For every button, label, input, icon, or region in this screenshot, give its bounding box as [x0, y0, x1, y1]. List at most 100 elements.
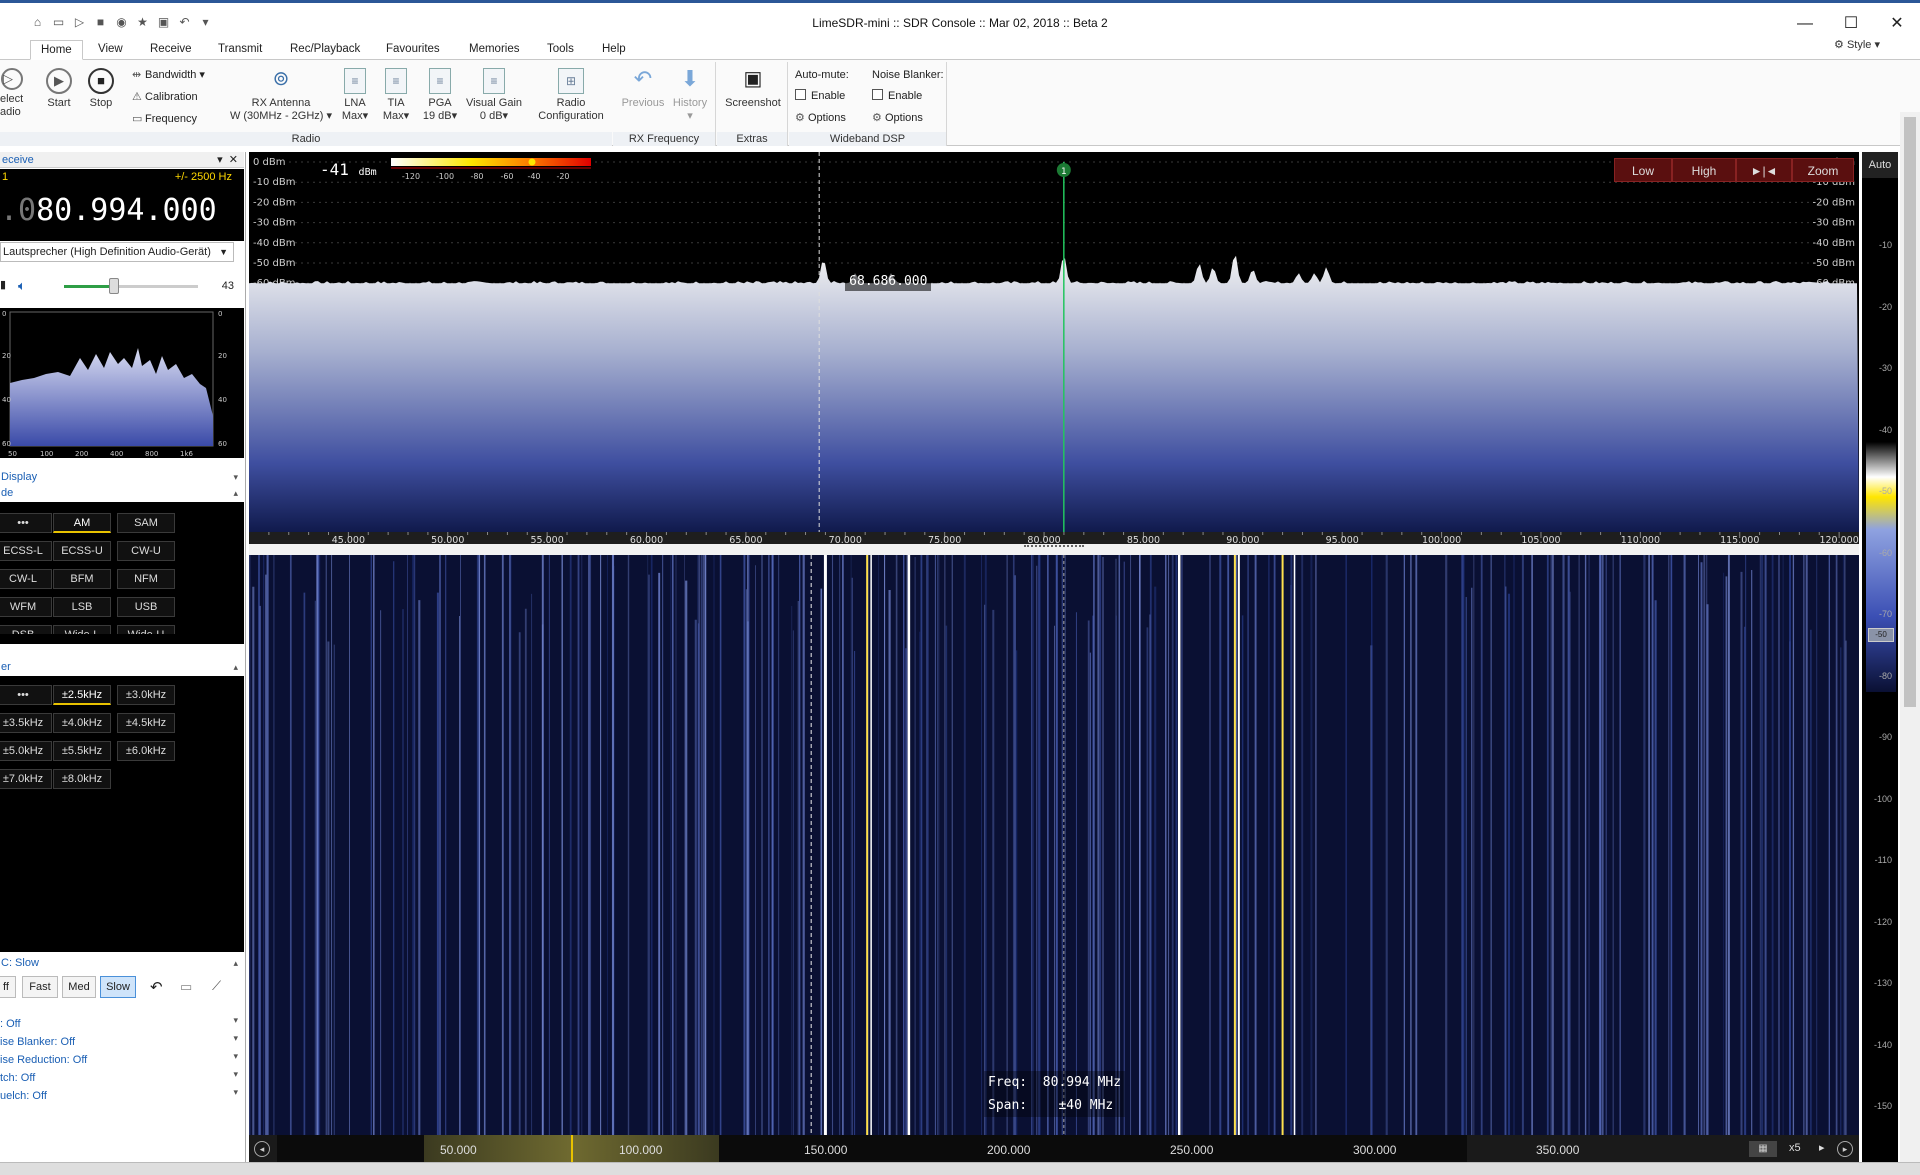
pga-button[interactable]: ≡ PGA 19 dB▾ [418, 68, 462, 123]
spectrum-display[interactable]: 0 dBm0 dBm-10 dBm-10 dBm-20 dBm-20 dBm-3… [249, 152, 1859, 544]
mode-ecss-l-button[interactable]: ECSS-L [0, 541, 52, 561]
mode-section-header[interactable]: de ▴ [0, 486, 244, 500]
tab-memories[interactable]: Memories [459, 40, 529, 60]
waterfall-level-scale[interactable]: -50 -10 -20 -30 -40 -50 -60 -70 -80 -90 -100 -110 -… [1862, 152, 1898, 1162]
expander-notch[interactable]: tch: Off ▾ [0, 1069, 244, 1086]
mode-cw-l-button[interactable]: CW-L [0, 569, 52, 589]
overview-left-button[interactable]: ◂ [254, 1141, 270, 1157]
minimize-button[interactable]: — [1782, 7, 1828, 41]
filter-8-0khz-button[interactable]: ±8.0kHz [53, 769, 111, 789]
tab-rec-playback[interactable]: Rec/Playback [280, 40, 370, 60]
maximize-button[interactable]: ☐ [1828, 7, 1874, 41]
agc-off-button[interactable]: ff [0, 976, 16, 998]
tab-help[interactable]: Help [592, 40, 636, 60]
tab-favourites[interactable]: Favourites [376, 40, 450, 60]
filter-5-5khz-button[interactable]: ±5.5kHz [53, 741, 111, 761]
visual-gain-button[interactable]: ≡ Visual Gain 0 dB▾ [462, 68, 526, 123]
mode-more-button[interactable]: ••• [0, 513, 52, 533]
noise-blanker-enable-checkbox[interactable]: Enable [872, 89, 922, 103]
mode-ecss-u-button[interactable]: ECSS-U [53, 541, 111, 561]
waterfall-display[interactable] [249, 555, 1859, 1135]
expander-noise-blanker[interactable]: ise Blanker: Off ▾ [0, 1033, 244, 1050]
mode-wfm-button[interactable]: WFM [0, 597, 52, 617]
panel-controls[interactable]: ▾ ✕ [217, 152, 238, 168]
expander-noise-reduction[interactable]: ise Reduction: Off ▾ [0, 1051, 244, 1068]
tab-view[interactable]: View [88, 40, 133, 60]
low-button[interactable]: Low [1614, 158, 1672, 182]
vertical-scrollbar[interactable] [1900, 112, 1920, 1162]
tia-button[interactable]: ≡ TIA Max▾ [381, 68, 411, 123]
scrollbar-thumb[interactable] [1904, 117, 1916, 707]
settings-icon[interactable]: ▭ [180, 979, 192, 995]
style-menu[interactable]: ⚙ Style ▾ [1834, 38, 1880, 51]
radio-configuration-button[interactable]: ⊞ Radio Configuration [533, 68, 609, 123]
history-button[interactable]: ⬇ History ▾ [669, 68, 711, 123]
auto-level-button[interactable]: Auto [1862, 152, 1898, 178]
band-overview-bar[interactable]: ◂ 50.000 100.000 150.000 200.000 250.000… [249, 1135, 1859, 1163]
lna-button[interactable]: ≡ LNA Max▾ [340, 68, 370, 123]
auto-mute-checkbox-box[interactable] [795, 89, 806, 100]
filter-3-5khz-button[interactable]: ±3.5kHz [0, 713, 52, 733]
agc-section-header[interactable]: C: Slow ▴ [0, 956, 244, 970]
filter-more-button[interactable]: ••• [0, 685, 52, 705]
tab-tools[interactable]: Tools [537, 40, 584, 60]
overview-zoom-level[interactable]: x5 [1789, 1142, 1801, 1154]
filter-6-0khz-button[interactable]: ±6.0kHz [117, 741, 175, 761]
close-button[interactable]: ✕ [1874, 7, 1920, 41]
mode-cw-u-button[interactable]: CW-U [117, 541, 175, 561]
mode-nfm-button[interactable]: NFM [117, 569, 175, 589]
agc-fast-button[interactable]: Fast [22, 976, 58, 998]
select-radio-button[interactable]: ▷ elect adio [0, 68, 24, 119]
spectrum-waterfall-splitter[interactable] [249, 544, 1859, 555]
undo-icon[interactable]: ↶ [150, 978, 163, 996]
volume-slider-handle[interactable] [108, 278, 119, 294]
tab-receive[interactable]: Receive [140, 40, 202, 60]
tab-home[interactable]: Home [30, 40, 83, 60]
level-slider-handle[interactable]: -50 [1868, 628, 1894, 642]
screenshot-button[interactable]: ▣ Screenshot [719, 68, 787, 110]
frequency-display[interactable]: 1 +/- 2500 Hz .080.994.000 [0, 169, 244, 241]
zoom-button[interactable]: Zoom [1792, 158, 1854, 182]
noise-blanker-checkbox-box[interactable] [872, 89, 883, 100]
spectrum-svg[interactable]: 0 dBm0 dBm-10 dBm-10 dBm-20 dBm-20 dBm-3… [249, 152, 1859, 544]
overview-right-button[interactable]: ▸ [1837, 1141, 1853, 1157]
expander-1-label: : Off [0, 1018, 21, 1030]
filter-2-5khz-button[interactable]: ±2.5kHz [53, 685, 111, 705]
filter-3-0khz-button[interactable]: ±3.0kHz [117, 685, 175, 705]
auto-mute-options-button[interactable]: ⚙ Options [795, 111, 846, 125]
expander-1[interactable]: : Off ▾ [0, 1015, 244, 1032]
previous-button[interactable]: ↶ Previous [621, 68, 665, 110]
frequency-button[interactable]: ▭ Frequency [132, 112, 197, 126]
frequency-readout[interactable]: .080.994.000 [0, 193, 217, 228]
noise-blanker-options-button[interactable]: ⚙ Options [872, 111, 923, 125]
filter-7-0khz-button[interactable]: ±7.0kHz [0, 769, 52, 789]
filter-4-0khz-button[interactable]: ±4.0kHz [53, 713, 111, 733]
display-section-header[interactable]: Display ▾ [0, 470, 244, 484]
fit-span-button[interactable]: ►|◄ [1736, 158, 1792, 182]
rx-antenna-button[interactable]: ⊚ RX Antenna W (30MHz - 2GHz) ▾ [228, 68, 334, 123]
tab-transmit[interactable]: Transmit [208, 40, 272, 60]
start-button[interactable]: ▶ Start [42, 68, 76, 110]
mode-am-button[interactable]: AM [53, 513, 111, 533]
overview-zoom-next-icon[interactable]: ▸ [1819, 1141, 1825, 1154]
high-button[interactable]: High [1672, 158, 1736, 182]
stop-button[interactable]: ■ Stop [84, 68, 118, 110]
graph-icon[interactable]: ⟋ [212, 978, 221, 994]
expander-squelch[interactable]: uelch: Off ▾ [0, 1087, 244, 1104]
agc-med-button[interactable]: Med [62, 976, 96, 998]
calibration-button[interactable]: ⚠ Calibration [132, 90, 198, 104]
overview-keyboard-icon[interactable]: ▦ [1749, 1141, 1777, 1157]
mode-bfm-button[interactable]: BFM [53, 569, 111, 589]
auto-mute-enable-checkbox[interactable]: Enable [795, 89, 845, 103]
mode-sam-button[interactable]: SAM [117, 513, 175, 533]
filter-section-header[interactable]: er ▴ [0, 660, 244, 674]
agc-slow-button[interactable]: Slow [100, 976, 136, 998]
bandwidth-button[interactable]: ⇹ Bandwidth ▾ [132, 68, 205, 82]
mute-toggle-icon[interactable]: ▮ [0, 278, 6, 291]
filter-5-0khz-button[interactable]: ±5.0kHz [0, 741, 52, 761]
speaker-icon[interactable]: 🔈︎ [18, 278, 26, 294]
mode-usb-button[interactable]: USB [117, 597, 175, 617]
filter-4-5khz-button[interactable]: ±4.5kHz [117, 713, 175, 733]
audio-device-select[interactable]: Lautsprecher (High Definition Audio-Gerä… [0, 242, 234, 262]
mode-lsb-button[interactable]: LSB [53, 597, 111, 617]
